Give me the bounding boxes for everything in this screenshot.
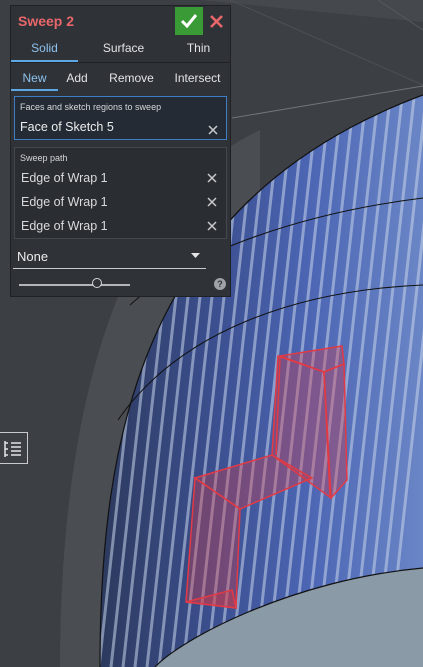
sweep-path-item[interactable]: Edge of Wrap 1 bbox=[15, 191, 226, 213]
body-type-tabs: Solid Surface Thin bbox=[11, 36, 230, 63]
tab-thin[interactable]: Thin bbox=[171, 41, 226, 55]
close-icon[interactable] bbox=[206, 220, 218, 232]
op-remove[interactable]: Remove bbox=[104, 71, 159, 85]
sweep-feature-dialog: Sweep 2 Solid Surface Thin New Add Remov… bbox=[10, 5, 231, 297]
close-icon[interactable] bbox=[207, 124, 219, 136]
profile-control-dropdown[interactable]: None bbox=[13, 247, 206, 269]
cancel-button[interactable] bbox=[207, 10, 227, 32]
tab-surface[interactable]: Surface bbox=[86, 41, 161, 55]
chevron-down-icon bbox=[191, 253, 200, 258]
sweep-path-label: Sweep path bbox=[20, 153, 68, 163]
close-icon[interactable] bbox=[206, 172, 218, 184]
op-intersect[interactable]: Intersect bbox=[169, 71, 226, 85]
profile-control-value: None bbox=[17, 249, 49, 264]
tab-solid[interactable]: Solid bbox=[11, 41, 78, 55]
close-icon bbox=[210, 15, 223, 28]
active-tab-indicator bbox=[11, 60, 78, 62]
confirm-button[interactable] bbox=[175, 7, 203, 35]
help-icon[interactable]: ? bbox=[214, 278, 226, 290]
close-icon[interactable] bbox=[206, 196, 218, 208]
faces-label: Faces and sketch regions to sweep bbox=[20, 102, 162, 112]
feature-title: Sweep 2 bbox=[18, 13, 75, 29]
faces-value: Face of Sketch 5 bbox=[20, 120, 114, 134]
checkmark-icon bbox=[180, 14, 198, 28]
sweep-path-item[interactable]: Edge of Wrap 1 bbox=[15, 215, 226, 237]
slider-handle[interactable] bbox=[91, 278, 102, 288]
operation-type-tabs: New Add Remove Intersect bbox=[11, 64, 230, 92]
feature-list-icon bbox=[4, 441, 21, 457]
slider-track[interactable] bbox=[19, 284, 130, 286]
op-add[interactable]: Add bbox=[61, 71, 93, 85]
active-op-indicator bbox=[11, 89, 58, 91]
faces-selection-field[interactable]: Faces and sketch regions to sweep Face o… bbox=[14, 96, 227, 140]
sweep-path-item[interactable]: Edge of Wrap 1 bbox=[15, 167, 226, 189]
feature-list-button[interactable] bbox=[0, 432, 28, 464]
dialog-titlebar: Sweep 2 bbox=[11, 6, 230, 36]
sweep-path-field[interactable]: Sweep path Edge of Wrap 1 Edge of Wrap 1… bbox=[14, 147, 227, 239]
op-new[interactable]: New bbox=[11, 71, 58, 85]
